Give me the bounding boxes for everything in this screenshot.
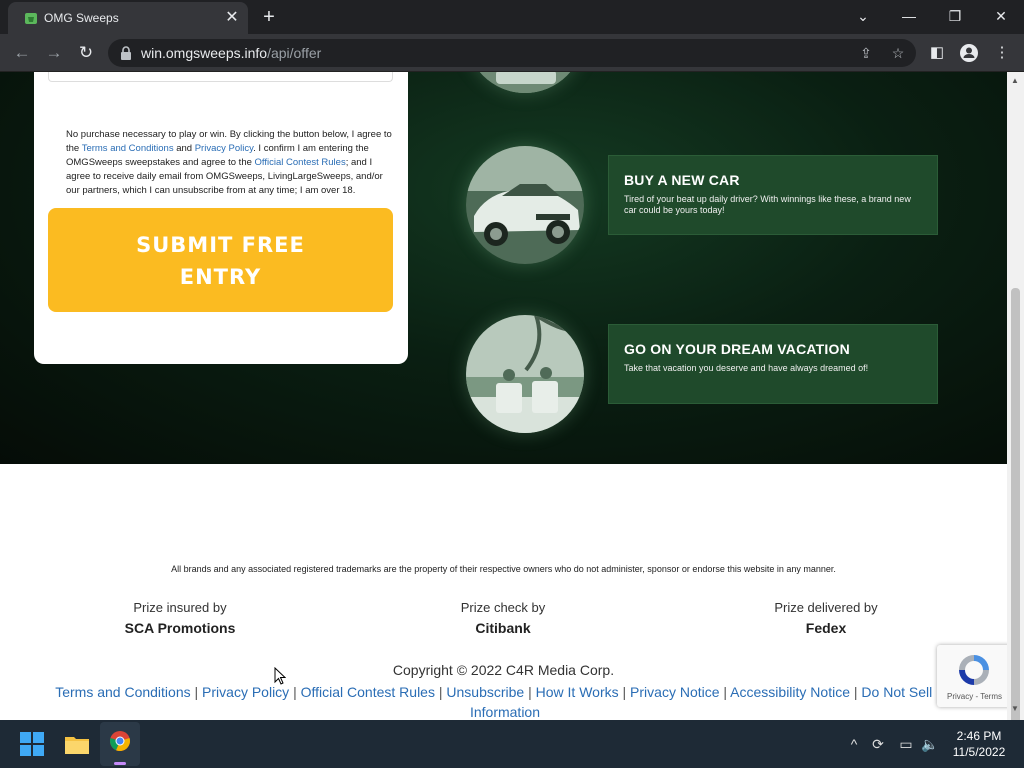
address-bar[interactable]: win.omgsweeps.info/api/offer ⇪ ☆: [108, 39, 916, 67]
entry-form-card: No purchase necessary to play or win. By…: [34, 72, 408, 364]
close-window-button[interactable]: ✕: [989, 4, 1013, 28]
benefit-description: Tired of your beat up daily driver? With…: [624, 194, 911, 215]
back-arrow-icon[interactable]: ←: [11, 42, 33, 64]
form-input-field[interactable]: [48, 72, 393, 82]
footer-link-how-it-works[interactable]: How It Works: [536, 684, 619, 700]
sync-alert-icon[interactable]: ⟳: [868, 734, 888, 754]
windows-taskbar: ^ ⟳ ▭ 🔈 2:46 PM 11/5/2022: [0, 720, 1024, 768]
volume-icon[interactable]: 🔈: [920, 734, 940, 754]
profile-avatar-icon[interactable]: [958, 42, 980, 64]
submit-entry-button[interactable]: SUBMIT FREE ENTRY: [48, 208, 393, 312]
benefit-new-car: BUY A NEW CAR Tired of your beat up dail…: [608, 155, 938, 235]
benefit-title: BUY A NEW CAR: [624, 172, 740, 188]
benefit-title: GO ON YOUR DREAM VACATION: [624, 341, 850, 357]
site-favicon-icon: [25, 13, 37, 24]
prize-check: Prize check by Citibank: [393, 600, 613, 636]
side-panel-icon[interactable]: ◧: [926, 42, 948, 64]
recaptcha-logo-icon: [959, 655, 989, 685]
page-viewport: No purchase necessary to play or win. By…: [0, 72, 1007, 720]
reload-icon[interactable]: ↻: [75, 42, 97, 64]
legal-consent-text: No purchase necessary to play or win. By…: [66, 129, 392, 196]
footer-link-terms[interactable]: Terms and Conditions: [55, 684, 190, 700]
bookmark-star-icon[interactable]: ☆: [888, 43, 908, 63]
restore-button[interactable]: ❐: [943, 4, 967, 28]
browser-tab-strip: OMG Sweeps ✕ + ⌄ — ❐ ✕: [0, 0, 1024, 34]
prize-label: Prize insured by: [133, 600, 227, 615]
share-icon[interactable]: ⇪: [856, 43, 876, 63]
footer-link-accessibility[interactable]: Accessibility Notice: [730, 684, 850, 700]
footer-links: Terms and Conditions | Privacy Policy | …: [55, 684, 955, 720]
scrollbar-thumb[interactable]: [1011, 288, 1020, 758]
prize-value: Citibank: [475, 620, 531, 636]
prize-label: Prize delivered by: [774, 600, 878, 615]
prize-delivered: Prize delivered by Fedex: [716, 600, 936, 636]
chrome-taskbar-button[interactable]: [100, 722, 140, 766]
tab-search-chevron-icon[interactable]: ⌄: [851, 4, 875, 28]
copyright-text: Copyright © 2022 C4R Media Corp.: [392, 662, 615, 678]
network-icon[interactable]: ▭: [896, 734, 916, 754]
url-text[interactable]: win.omgsweeps.info/api/offer: [141, 45, 321, 61]
dream-vacation-image: [466, 315, 584, 433]
benefit-image-top: [466, 72, 584, 93]
footer-link-privacy-policy[interactable]: Privacy Policy: [202, 684, 289, 700]
forward-arrow-icon[interactable]: →: [43, 42, 65, 64]
rules-link[interactable]: Official Contest Rules: [255, 157, 346, 168]
prize-value: SCA Promotions: [124, 620, 236, 636]
footer-link-unsubscribe[interactable]: Unsubscribe: [446, 684, 524, 700]
chrome-app-icon: [110, 731, 130, 752]
prize-value: Fedex: [805, 620, 847, 636]
scroll-up-arrow-icon[interactable]: ▲: [1011, 76, 1019, 85]
browser-toolbar: ← → ↻ win.omgsweeps.info/api/offer ⇪ ☆ ◧…: [0, 34, 1024, 72]
tray-overflow-chevron-icon[interactable]: ^: [844, 734, 864, 754]
trademark-disclaimer: All brands and any associated registered…: [171, 564, 836, 574]
clock-date: 11/5/2022: [952, 745, 1006, 759]
system-clock[interactable]: 2:46 PM 11/5/2022: [944, 728, 1014, 760]
prize-label: Prize check by: [460, 600, 546, 615]
browser-tab[interactable]: OMG Sweeps ✕: [8, 2, 248, 34]
prize-insured: Prize insured by SCA Promotions: [70, 600, 290, 636]
page-scrollbar[interactable]: ▲ ▼: [1007, 72, 1024, 758]
new-tab-button[interactable]: +: [259, 7, 279, 27]
recaptcha-badge[interactable]: Privacy - Terms: [937, 645, 1007, 707]
windows-start-icon[interactable]: [16, 728, 48, 760]
benefit-description: Take that vacation you deserve and have …: [624, 363, 869, 373]
active-app-indicator: [114, 762, 126, 765]
scroll-down-arrow-icon[interactable]: ▼: [1011, 704, 1019, 713]
new-car-image: [466, 146, 584, 264]
tab-title: OMG Sweeps: [44, 11, 119, 25]
mouse-cursor-icon: [274, 667, 286, 685]
hero-section: No purchase necessary to play or win. By…: [0, 72, 1007, 464]
terms-link[interactable]: Terms and Conditions: [82, 143, 174, 154]
recaptcha-terms-text[interactable]: Privacy - Terms: [937, 692, 1007, 701]
privacy-link[interactable]: Privacy Policy: [195, 143, 253, 154]
menu-kebab-icon[interactable]: ⋮: [991, 42, 1013, 64]
lock-icon[interactable]: [120, 46, 132, 60]
footer-link-privacy-notice[interactable]: Privacy Notice: [630, 684, 719, 700]
minimize-button[interactable]: —: [897, 4, 921, 28]
close-tab-icon[interactable]: ✕: [223, 9, 241, 27]
clock-time: 2:46 PM: [956, 729, 1002, 743]
footer-link-contest-rules[interactable]: Official Contest Rules: [301, 684, 435, 700]
file-explorer-icon[interactable]: [61, 728, 93, 760]
benefit-dream-vacation: GO ON YOUR DREAM VACATION Take that vaca…: [608, 324, 938, 404]
